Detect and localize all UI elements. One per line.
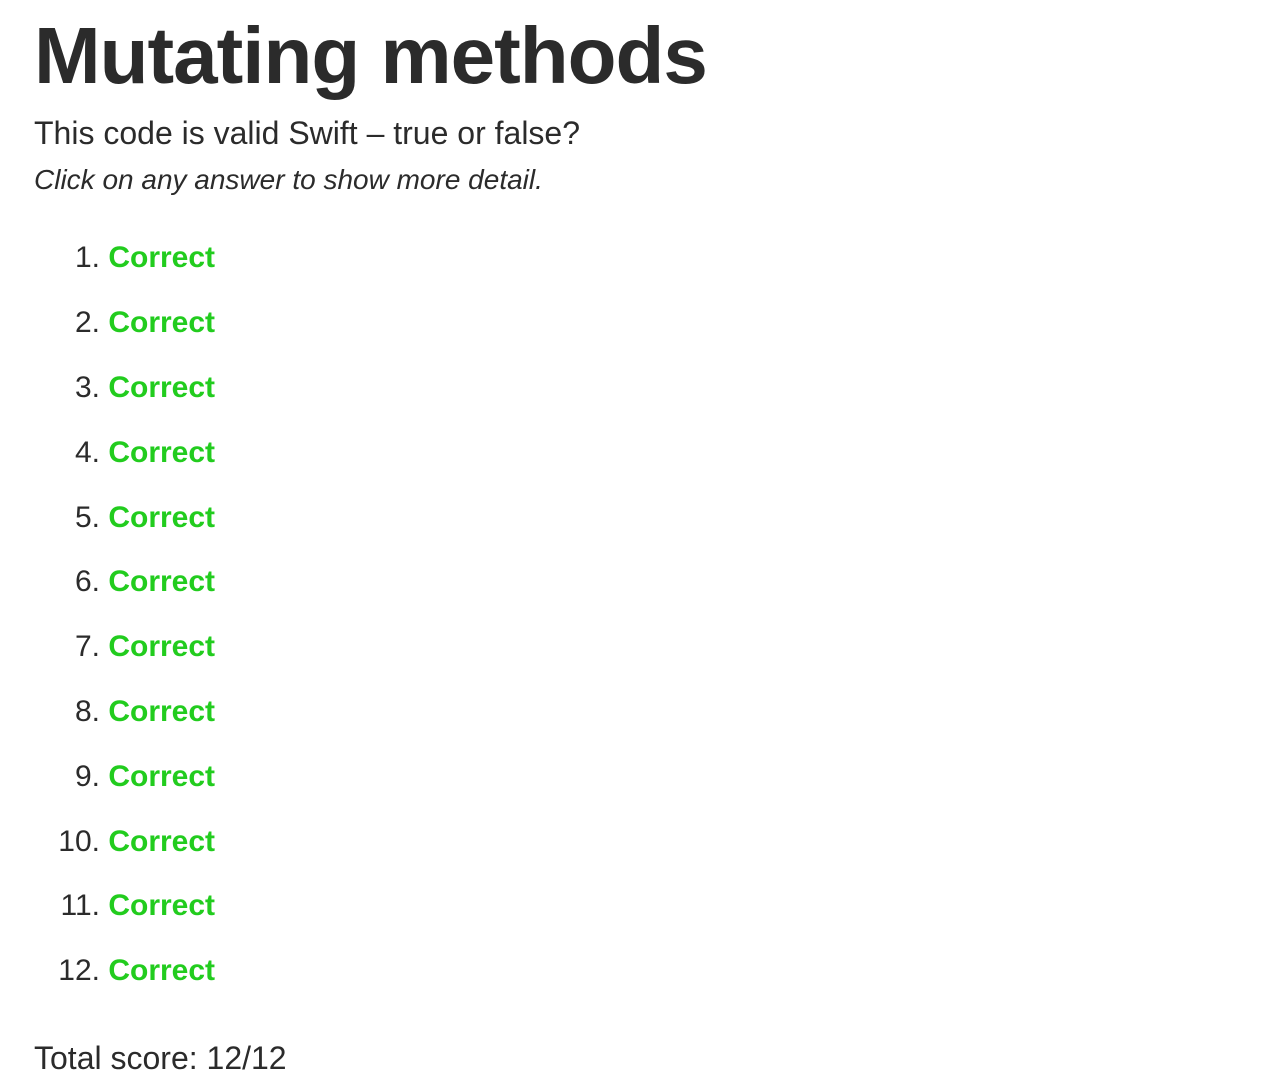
answer-result-5[interactable]: Correct <box>108 501 215 535</box>
answer-number: 2. <box>74 306 100 340</box>
answer-result-10[interactable]: Correct <box>108 825 215 859</box>
answer-result-1[interactable]: Correct <box>108 241 215 275</box>
answer-result-12[interactable]: Correct <box>108 954 215 988</box>
answer-item-11: 11. Correct <box>34 874 1280 939</box>
answer-item-5: 5. Correct <box>34 485 1280 550</box>
results-page: Mutating methods This code is valid Swif… <box>34 0 1280 1004</box>
answer-item-9: 9. Correct <box>34 744 1280 809</box>
answer-number: 11. <box>60 889 100 923</box>
answer-result-11[interactable]: Correct <box>108 889 215 923</box>
answer-item-8: 8. Correct <box>34 680 1280 745</box>
answer-result-8[interactable]: Correct <box>108 695 215 729</box>
answer-list: 1. Correct 2. Correct 3. Correct 4. Corr… <box>34 226 1280 1004</box>
answer-number: 1. <box>74 241 100 275</box>
answer-item-4: 4. Correct <box>34 420 1280 485</box>
total-score: Total score: 12/12 <box>34 1040 287 1076</box>
answer-item-7: 7. Correct <box>34 615 1280 680</box>
answer-number: 4. <box>74 435 100 469</box>
answer-result-9[interactable]: Correct <box>108 760 215 794</box>
answer-number: 5. <box>74 500 100 534</box>
answer-result-3[interactable]: Correct <box>108 371 215 405</box>
answer-item-6: 6. Correct <box>34 550 1280 615</box>
answer-result-4[interactable]: Correct <box>108 436 215 470</box>
answer-number: 8. <box>74 694 100 728</box>
answer-item-10: 10. Correct <box>34 809 1280 874</box>
answer-number: 3. <box>74 370 100 404</box>
answer-number: 7. <box>74 630 100 664</box>
answer-result-2[interactable]: Correct <box>108 306 215 340</box>
answer-number: 12. <box>58 954 100 988</box>
answer-result-6[interactable]: Correct <box>108 565 215 599</box>
question-subtitle: This code is valid Swift – true or false… <box>34 115 581 151</box>
answer-number: 6. <box>74 565 100 599</box>
page-title: Mutating methods <box>34 11 708 100</box>
answer-item-1: 1. Correct <box>34 226 1280 291</box>
answer-item-3: 3. Correct <box>34 356 1280 421</box>
instruction-hint: Click on any answer to show more detail. <box>34 164 543 195</box>
answer-number: 9. <box>74 759 100 793</box>
answer-item-12: 12. Correct <box>34 939 1280 1004</box>
answer-result-7[interactable]: Correct <box>108 630 215 664</box>
answer-item-2: 2. Correct <box>34 291 1280 356</box>
answer-number: 10. <box>58 824 100 858</box>
